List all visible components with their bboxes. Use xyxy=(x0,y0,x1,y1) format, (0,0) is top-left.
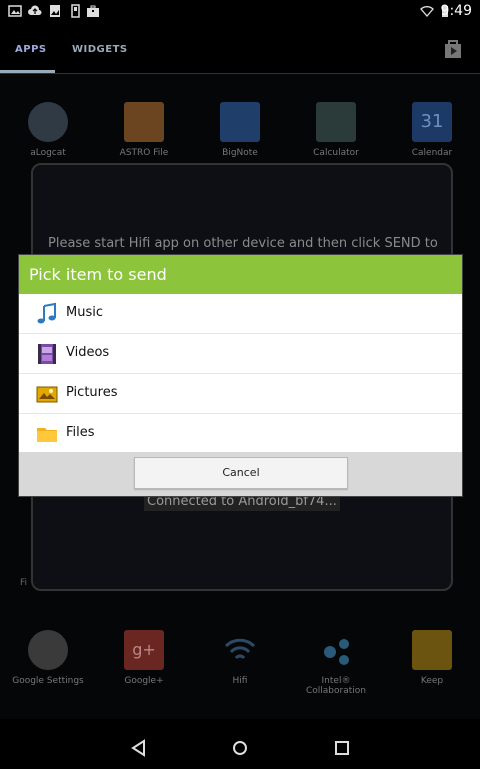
lightbulb-icon xyxy=(412,630,452,670)
list-item-files[interactable]: Files xyxy=(19,414,462,454)
item-label: Music xyxy=(66,305,103,320)
photo-notification-icon xyxy=(50,5,60,17)
calculator-icon xyxy=(316,102,356,142)
list-item-videos[interactable]: Videos xyxy=(19,334,462,374)
app-intel-collaboration[interactable]: Intel® Collaboration xyxy=(291,630,381,696)
item-label: Files xyxy=(66,425,95,440)
cloud-upload-icon xyxy=(28,5,42,16)
music-note-icon xyxy=(37,302,56,324)
folder-icon xyxy=(37,428,57,442)
app-alogcat[interactable]: aLogcat xyxy=(3,102,93,158)
sd-card-icon xyxy=(71,4,80,18)
back-icon[interactable] xyxy=(130,739,148,757)
dialog-footer: Cancel xyxy=(19,452,462,496)
play-store-icon[interactable] xyxy=(442,38,464,60)
astro-folder-icon xyxy=(124,102,164,142)
image-notification-icon xyxy=(8,5,22,17)
app-keep[interactable]: Keep xyxy=(387,630,477,686)
gear-icon xyxy=(28,630,68,670)
app-hifi[interactable]: Hifi xyxy=(195,630,285,686)
people-icon xyxy=(316,630,356,670)
app-label-fragment: Fi xyxy=(20,578,28,588)
calendar-icon: 31 xyxy=(412,102,452,142)
app-calculator[interactable]: Calculator xyxy=(291,102,381,158)
dialog-title: Pick item to send xyxy=(19,255,462,294)
briefcase-notification-icon xyxy=(87,5,99,17)
wifi-icon xyxy=(420,6,434,17)
navigation-bar xyxy=(0,719,480,769)
app-bignote[interactable]: BigNote xyxy=(195,102,285,158)
item-label: Videos xyxy=(66,345,110,360)
home-icon[interactable] xyxy=(231,739,249,757)
pictures-icon xyxy=(36,386,58,403)
app-calendar[interactable]: 31 Calendar xyxy=(387,102,477,158)
film-icon xyxy=(38,344,56,364)
wifi-app-icon xyxy=(220,630,260,670)
item-label: Pictures xyxy=(66,385,118,400)
tab-widgets[interactable]: WIDGETS xyxy=(72,44,128,55)
launcher-tabs: APPS WIDGETS xyxy=(0,24,480,74)
google-plus-icon: g+ xyxy=(124,630,164,670)
app-google-plus[interactable]: g+ Google+ xyxy=(99,630,189,686)
list-item-pictures[interactable]: Pictures xyxy=(19,374,462,414)
cancel-button[interactable]: Cancel xyxy=(134,457,348,489)
recents-icon[interactable] xyxy=(333,739,351,757)
hifi-message: Please start Hifi app on other device an… xyxy=(48,236,438,251)
pen-icon xyxy=(220,102,260,142)
status-bar: 9:49 xyxy=(0,0,480,24)
list-item-music[interactable]: Music xyxy=(19,294,462,334)
magnifier-icon xyxy=(28,102,68,142)
app-google-settings[interactable]: Google Settings xyxy=(3,630,93,686)
pick-item-dialog: Pick item to send Music Videos Pictures … xyxy=(19,255,462,496)
tab-apps[interactable]: APPS xyxy=(15,44,47,55)
app-astro-file[interactable]: ASTRO File xyxy=(99,102,189,158)
clock: 9:49 xyxy=(440,3,472,19)
